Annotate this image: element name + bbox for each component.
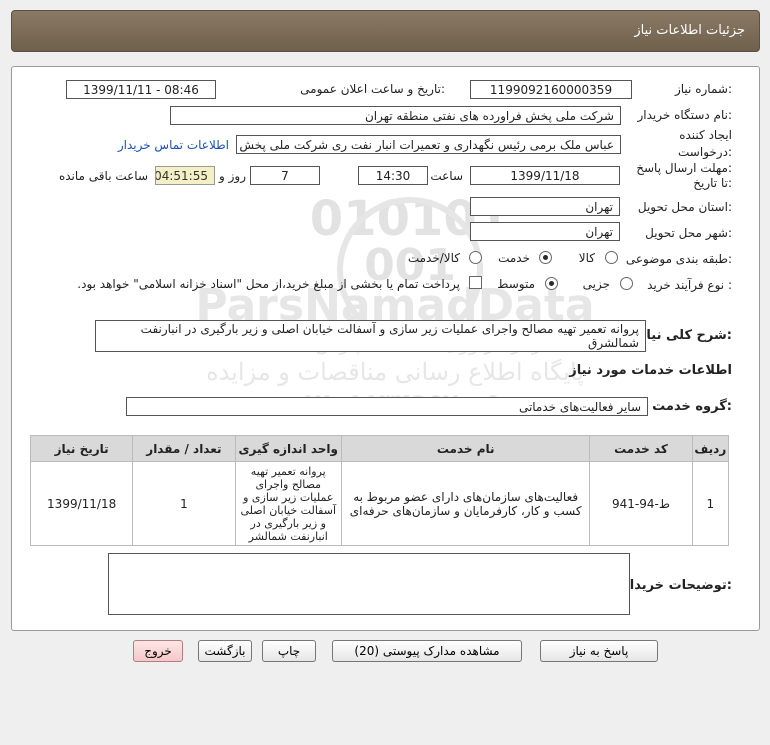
process-minor-radio[interactable] (620, 277, 633, 290)
col-date-header: تاریخ نیاز (29, 435, 134, 462)
service-group-label: گروه خدمت: (652, 399, 732, 414)
process-medium-radio[interactable] (545, 277, 558, 290)
days-label: روز و (219, 169, 246, 183)
cell-date: 1399/11/18 (29, 461, 134, 546)
process-minor-label: جزیی (582, 277, 610, 291)
buyer-org-field[interactable]: شرکت ملی پخش فراورده های نفتی منطقه تهرا… (170, 106, 621, 125)
province-label: استان محل تحویل: (637, 200, 732, 214)
cell-unit: پروانه تعمیر تهیه مصالح واجرای عملیات زی… (234, 461, 342, 546)
province-field[interactable]: تهران (470, 197, 620, 216)
treasury-payment-checkbox[interactable] (469, 276, 482, 289)
service-group-field[interactable]: سایر فعالیت‌های خدماتی (126, 397, 648, 416)
creator-label-2: درخواست: (678, 145, 732, 159)
category-service-label: خدمت (498, 251, 530, 265)
page-title: جزئیات اطلاعات نیاز (634, 23, 745, 38)
table-row: 1 ط-94-941 فعالیت‌های سازمان‌های دارای ع… (29, 461, 730, 546)
category-goods-label: کالا (578, 251, 595, 265)
deadline-label-2: تا تاریخ: (693, 176, 732, 190)
col-code-header: کد خدمت (589, 435, 693, 462)
col-row-header: ردیف (691, 435, 730, 462)
remaining-label: ساعت باقی مانده (58, 169, 148, 183)
remaining-timer: 04:51:55 (155, 166, 215, 185)
attachments-button[interactable]: مشاهده مدارک پیوستی (20) (332, 640, 522, 662)
services-heading: اطلاعات خدمات مورد نیاز (569, 363, 732, 378)
city-field[interactable]: تهران (470, 222, 620, 241)
deadline-date-field[interactable]: 1399/11/18 (470, 166, 620, 185)
buyer-notes-field[interactable] (108, 553, 630, 615)
services-table: ردیف کد خدمت نام خدمت واحد اندازه گیری ت… (29, 435, 730, 546)
treasury-payment-note: پرداخت تمام یا بخشی از مبلغ خرید،از محل … (77, 277, 460, 291)
exit-button[interactable]: خروج (133, 640, 183, 662)
days-field[interactable]: 7 (250, 166, 320, 185)
summary-label: شرح کلی نیاز: (638, 328, 732, 343)
category-goods-service-radio[interactable] (469, 251, 482, 264)
category-service-radio[interactable] (539, 251, 552, 264)
process-label: نوع فرآیند خرید : (647, 278, 732, 292)
buyer-notes-label: توضیحات خریدار: (622, 578, 732, 593)
deadline-label-1: مهلت ارسال پاسخ: (636, 161, 732, 175)
announce-date-label: تاریخ و ساعت اعلان عمومی: (300, 82, 445, 96)
announce-date-field[interactable]: 1399/11/11 - 08:46 (66, 80, 216, 99)
buyer-contact-link[interactable]: اطلاعات تماس خریدار (118, 138, 229, 152)
buyer-org-label: نام دستگاه خریدار: (637, 108, 733, 122)
cell-name: فعالیت‌های سازمان‌های دارای عضو مربوط به… (340, 461, 591, 546)
back-button[interactable]: بازگشت (198, 640, 252, 662)
need-number-label: شماره نیاز: (674, 82, 732, 96)
need-number-field[interactable]: 1199092160000359 (470, 80, 632, 99)
category-goods-service-label: کالا/خدمت (407, 251, 460, 265)
col-qty-header: تعداد / مقدار (132, 435, 236, 462)
col-name-header: نام خدمت (340, 435, 591, 462)
cell-qty: 1 (132, 461, 236, 546)
print-button[interactable]: چاپ (262, 640, 316, 662)
creator-label-1: ایجاد کننده (679, 128, 732, 142)
creator-field[interactable]: عباس ملک برمی رئیس نگهداری و تعمیرات انب… (236, 135, 621, 154)
cell-row: 1 (691, 461, 730, 546)
city-label: شهر محل تحویل: (645, 226, 732, 240)
deadline-time-field[interactable]: 14:30 (358, 166, 428, 185)
table-header-row: ردیف کد خدمت نام خدمت واحد اندازه گیری ت… (29, 435, 730, 462)
category-goods-radio[interactable] (605, 251, 618, 264)
process-medium-label: متوسط (497, 277, 535, 291)
cell-code: ط-94-941 (589, 461, 693, 546)
page-header: جزئیات اطلاعات نیاز (11, 10, 760, 52)
deadline-time-label: ساعت (430, 169, 463, 183)
category-label: طبقه بندی موضوعی: (625, 252, 732, 266)
summary-field[interactable]: پروانه تعمیر تهیه مصالح واجرای عملیات زی… (95, 320, 646, 352)
reply-button[interactable]: پاسخ به نیاز (540, 640, 658, 662)
col-unit-header: واحد اندازه گیری (234, 435, 342, 462)
